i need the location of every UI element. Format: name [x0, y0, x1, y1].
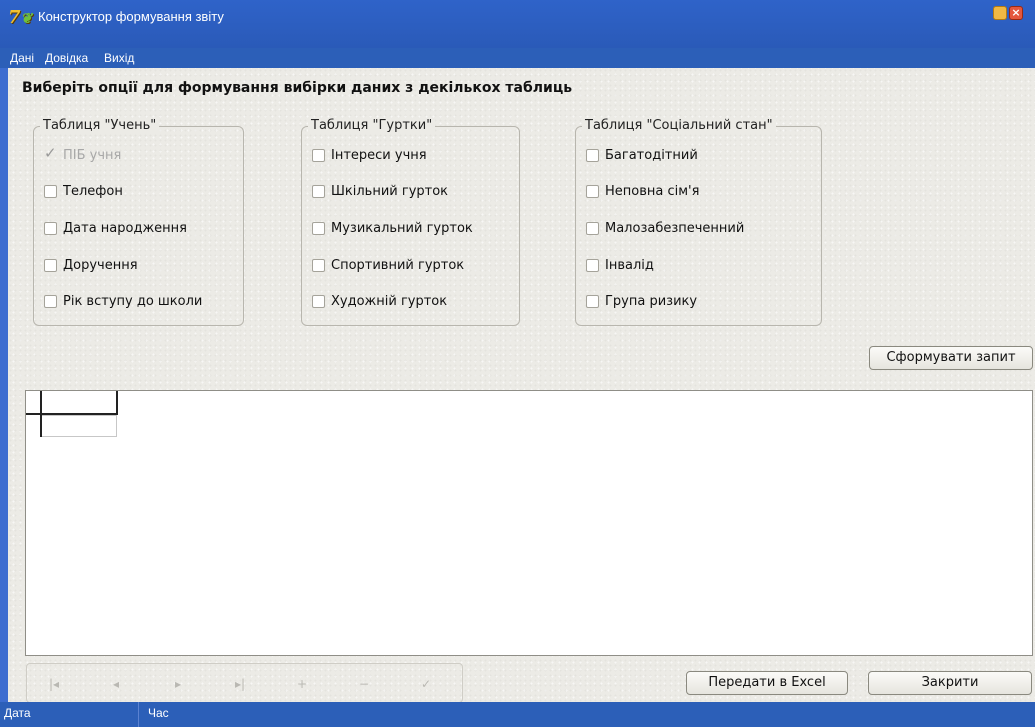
option-label[interactable]: Інвалід [605, 258, 654, 273]
checkbox[interactable] [586, 294, 599, 308]
option-label[interactable]: Багатодітний [605, 148, 698, 163]
checkbox[interactable] [44, 184, 57, 198]
checkbox[interactable] [312, 148, 325, 162]
option-label[interactable]: Неповна сім'я [605, 184, 699, 199]
option-label[interactable]: Доручення [63, 258, 138, 273]
status-date: Дата [4, 706, 31, 720]
option-art-club[interactable]: Художній гурток [312, 292, 447, 310]
grid-indicator-line [40, 391, 42, 437]
export-excel-button[interactable]: Передати в Excel [686, 671, 848, 695]
status-time: Час [148, 706, 169, 720]
group-clubs-title: Таблиця "Гуртки" [308, 118, 436, 133]
grid-header-corner [26, 391, 118, 437]
checkbox[interactable] [312, 294, 325, 308]
grid-row-divider [42, 415, 117, 416]
group-clubs: Таблиця "Гуртки" Інтереси учня Шкільний … [301, 118, 520, 326]
option-large-family[interactable]: Багатодітний [586, 146, 698, 164]
option-label[interactable]: Художній гурток [331, 294, 447, 309]
option-enrollment-year[interactable]: Рік вступу до школи [44, 292, 202, 310]
app-logo-icon: 7❦ [8, 7, 33, 28]
option-risk-group[interactable]: Група ризику [586, 292, 697, 310]
nav-prior-button[interactable]: ◂ [105, 674, 127, 694]
checkbox[interactable] [44, 221, 57, 235]
checkbox[interactable] [586, 184, 599, 198]
option-disabled[interactable]: Інвалід [586, 256, 654, 274]
checkbox[interactable] [312, 258, 325, 272]
menu-item-help[interactable]: Довідка [45, 51, 88, 65]
option-label[interactable]: Група ризику [605, 294, 697, 309]
option-sport-club[interactable]: Спортивний гурток [312, 256, 464, 274]
page-heading: Виберіть опції для формування вибірки да… [22, 80, 573, 96]
title-bar[interactable]: 7❦ Конструктор формування звіту × [0, 0, 1035, 48]
minimize-button[interactable] [993, 6, 1007, 20]
menu-item-exit[interactable]: Вихід [104, 51, 134, 65]
menu-item-data[interactable]: Дані [10, 51, 34, 65]
close-window-button[interactable]: × [1009, 6, 1023, 20]
window-title: Конструктор формування звіту [38, 9, 224, 24]
checkbox[interactable] [586, 258, 599, 272]
app-window: 7❦ Конструктор формування звіту × Дані Д… [0, 0, 1035, 727]
nav-next-button[interactable]: ▸ [167, 674, 189, 694]
nav-delete-button[interactable]: − [353, 674, 375, 694]
option-interests[interactable]: Інтереси учня [312, 146, 427, 164]
checkbox[interactable] [44, 258, 57, 272]
option-label[interactable]: Музикальний гурток [331, 221, 473, 236]
option-low-income[interactable]: Малозабезпеченний [586, 219, 744, 237]
checkbox[interactable] [44, 294, 57, 308]
option-phone[interactable]: Телефон [44, 182, 123, 200]
db-navigator: |◂ ◂ ▸ ▸| + − ✓ [26, 663, 463, 703]
status-bar: Дата Час [0, 702, 1035, 727]
checkbox[interactable] [586, 221, 599, 235]
nav-last-button[interactable]: ▸| [229, 674, 251, 694]
checkbox[interactable] [586, 148, 599, 162]
nav-insert-button[interactable]: + [291, 674, 313, 694]
grid-header-line [116, 391, 118, 415]
option-single-parent[interactable]: Неповна сім'я [586, 182, 699, 200]
checkbox[interactable] [312, 184, 325, 198]
group-student-title: Таблиця "Учень" [40, 118, 160, 133]
option-label[interactable]: Інтереси учня [331, 148, 427, 163]
client-area: Виберіть опції для формування вибірки да… [8, 68, 1035, 703]
group-social-status: Таблиця "Соціальний стан" Багатодітний Н… [575, 118, 822, 326]
nav-first-button[interactable]: |◂ [43, 674, 65, 694]
option-label: ПІБ учня [63, 147, 122, 163]
results-grid[interactable] [25, 390, 1033, 656]
option-music-club[interactable]: Музикальний гурток [312, 219, 473, 237]
menu-bar: Дані Довідка Вихід [0, 48, 1035, 68]
option-label[interactable]: Спортивний гурток [331, 258, 464, 273]
option-student-name: ПІБ учня [44, 144, 122, 164]
build-query-button[interactable]: Сформувати запит [869, 346, 1033, 370]
nav-post-button[interactable]: ✓ [415, 674, 437, 694]
status-divider [138, 702, 139, 727]
option-label[interactable]: Шкільний гурток [331, 184, 448, 199]
group-social-status-title: Таблиця "Соціальний стан" [582, 118, 776, 133]
group-student: Таблиця "Учень" ПІБ учня Телефон Дата на… [33, 118, 244, 326]
close-button[interactable]: Закрити [868, 671, 1032, 695]
option-label[interactable]: Рік вступу до школи [63, 294, 202, 309]
option-label[interactable]: Телефон [63, 184, 123, 199]
option-birth-date[interactable]: Дата народження [44, 219, 187, 237]
checkbox[interactable] [312, 221, 325, 235]
checkbox [44, 144, 57, 162]
option-school-club[interactable]: Шкільний гурток [312, 182, 448, 200]
option-label[interactable]: Малозабезпеченний [605, 221, 744, 236]
option-assignment[interactable]: Доручення [44, 256, 138, 274]
option-label[interactable]: Дата народження [63, 221, 187, 236]
